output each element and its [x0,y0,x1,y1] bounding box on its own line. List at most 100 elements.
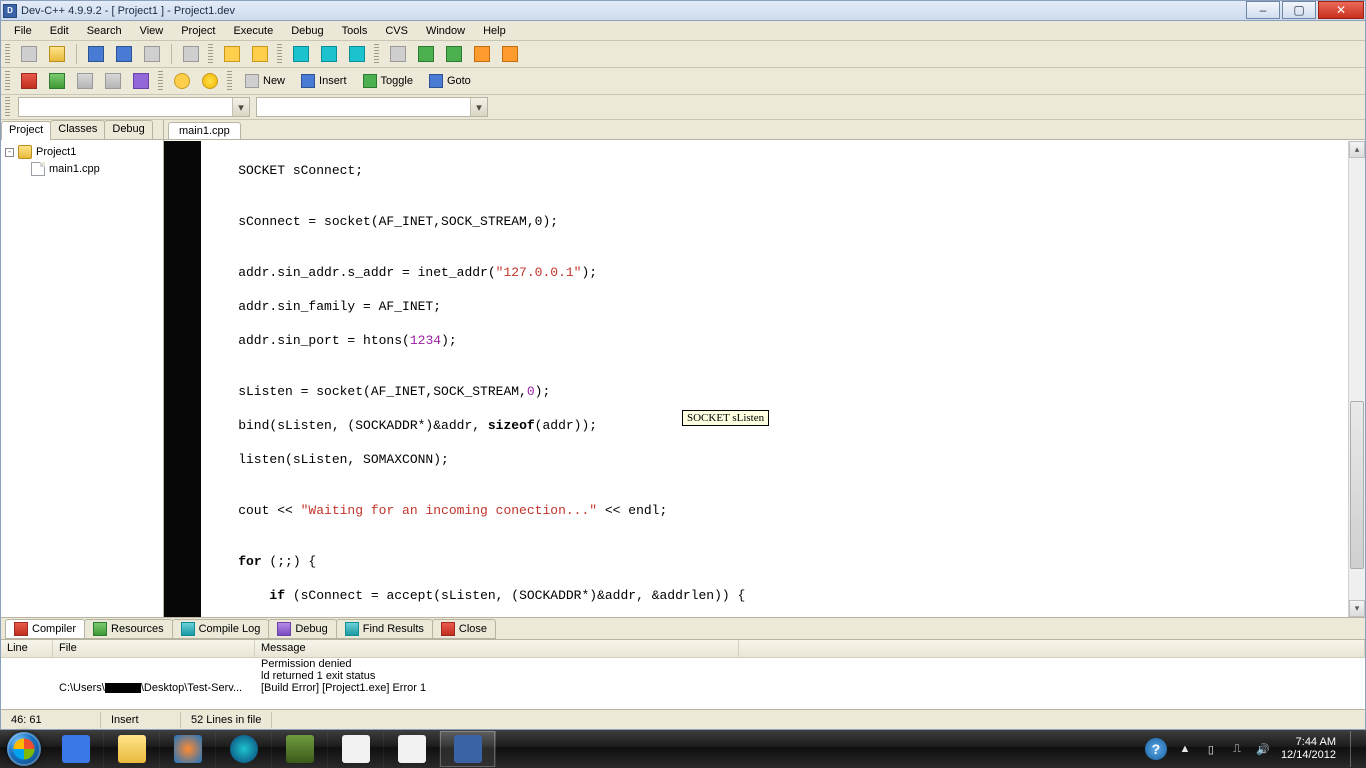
system-tray[interactable]: ? ▲ ▯ ⎍ 🔊 7:44 AM 12/14/2012 [1135,731,1366,767]
toggle-bookmark-button[interactable]: Toggle [358,70,418,92]
task-razer[interactable] [328,731,384,767]
compile-grid-button[interactable] [18,70,40,92]
compiler-messages[interactable]: Line File Message Permission denied ld r… [1,639,1365,709]
titlebar[interactable]: D Dev-C++ 4.9.9.2 - [ Project1 ] - Proje… [1,1,1365,21]
member-combo[interactable]: ▾ [256,97,488,117]
menu-execute[interactable]: Execute [224,23,282,39]
print-button[interactable] [180,43,202,65]
col-file[interactable]: File [53,640,255,657]
menu-debug[interactable]: Debug [282,23,332,39]
message-row[interactable]: C:\Users\\Desktop\Test-Serv... [Build Er… [1,682,1365,694]
compile-run-button[interactable] [443,43,465,65]
task-google[interactable] [48,731,104,767]
task-media-player[interactable] [160,731,216,767]
scroll-thumb[interactable] [1350,401,1364,569]
minimize-button[interactable]: – [1246,1,1280,19]
replace-button[interactable] [318,43,340,65]
about-button[interactable] [199,70,221,92]
taskbar[interactable]: ? ▲ ▯ ⎍ 🔊 7:44 AM 12/14/2012 [0,730,1366,768]
new-file-button[interactable] [18,43,40,65]
tray-overflow-icon[interactable]: ▲ [1177,741,1193,757]
debug-button[interactable] [499,43,521,65]
tree-collapse-icon[interactable]: - [5,148,14,157]
menu-edit[interactable]: Edit [41,23,78,39]
menu-project[interactable]: Project [172,23,224,39]
new-project-button[interactable]: New [240,70,290,92]
resources-icon [93,622,107,636]
find-next-button[interactable] [346,43,368,65]
start-button[interactable] [0,730,48,768]
task-devcpp[interactable] [440,731,496,767]
task-explorer[interactable] [104,731,160,767]
run-button[interactable] [415,43,437,65]
open-button[interactable] [46,43,68,65]
window-title: Dev-C++ 4.9.9.2 - [ Project1 ] - Project… [21,5,235,17]
status-lines: 52 Lines in file [181,712,272,728]
undo-button[interactable] [221,43,243,65]
check-button[interactable] [130,70,152,92]
save-all-button[interactable] [113,43,135,65]
col-message[interactable]: Message [255,640,739,657]
help-button[interactable] [171,70,193,92]
compile-button[interactable] [387,43,409,65]
layout-grid-button[interactable] [74,70,96,92]
code-line: sListen = socket(AF_INET,SOCK_STREAM,0); [201,383,1348,400]
col-spare[interactable] [739,640,1365,657]
menu-help[interactable]: Help [474,23,515,39]
message-row[interactable]: ld returned 1 exit status [1,670,1365,682]
tab-compiler[interactable]: Compiler [5,619,85,639]
menu-view[interactable]: View [131,23,173,39]
close-button[interactable]: ✕ [1318,1,1364,19]
scroll-down-icon[interactable]: ▾ [1349,600,1365,617]
vertical-scrollbar[interactable]: ▴ ▾ [1348,141,1365,617]
tab-close[interactable]: Close [432,619,496,639]
tree-node-file[interactable]: main1.cpp [31,161,159,178]
redo-button[interactable] [249,43,271,65]
scroll-up-icon[interactable]: ▴ [1349,141,1365,158]
tab-classes[interactable]: Classes [50,120,105,139]
menu-search[interactable]: Search [78,23,131,39]
scope-combo[interactable]: ▾ [18,97,250,117]
menu-tools[interactable]: Tools [333,23,377,39]
menu-window[interactable]: Window [417,23,474,39]
insert-button[interactable]: Insert [296,70,352,92]
menu-file[interactable]: File [5,23,41,39]
code-line: if (sConnect = accept(sListen, (SOCKADDR… [201,587,1348,604]
task-minecraft[interactable] [272,731,328,767]
tab-compile-log[interactable]: Compile Log [172,619,270,639]
tab-find-results[interactable]: Find Results [336,619,433,639]
tab-debug-output[interactable]: Debug [268,619,336,639]
tab-project[interactable]: Project [1,121,51,140]
tab-debug[interactable]: Debug [104,120,152,139]
code-line: addr.sin_addr.s_addr = inet_addr("127.0.… [201,264,1348,281]
tree-node-project[interactable]: - Project1 [5,144,159,161]
task-app-window[interactable] [384,731,440,767]
wifi-icon[interactable]: ⎍ [1229,741,1245,757]
statusbar: 46: 61 Insert 52 Lines in file [1,709,1365,729]
tab-resources[interactable]: Resources [84,619,173,639]
maximize-button[interactable]: ▢ [1282,1,1316,19]
document-tab[interactable]: main1.cpp [168,122,241,139]
help-icon[interactable]: ? [1145,738,1167,760]
resources-grid-button[interactable] [46,70,68,92]
volume-icon[interactable]: 🔊 [1255,741,1271,757]
close-file-button[interactable] [141,43,163,65]
code-line: addr.sin_family = AF_INET; [201,298,1348,315]
menu-cvs[interactable]: CVS [376,23,417,39]
col-line[interactable]: Line [1,640,53,657]
project-tree[interactable]: - Project1 main1.cpp [1,140,163,617]
redacted-username [105,683,141,693]
goto-button[interactable]: Goto [424,70,476,92]
show-desktop-button[interactable] [1350,731,1360,767]
battery-icon[interactable]: ▯ [1203,741,1219,757]
code-area[interactable]: SOCKET sConnect; sConnect = socket(AF_IN… [201,141,1348,617]
close-icon [441,622,455,636]
find-button[interactable] [290,43,312,65]
layout-alt-button[interactable] [102,70,124,92]
code-editor[interactable]: SOCKET sConnect; sConnect = socket(AF_IN… [164,141,1365,617]
task-app-blue[interactable] [216,731,272,767]
message-row[interactable]: Permission denied [1,658,1365,670]
clock[interactable]: 7:44 AM 12/14/2012 [1281,736,1336,761]
rebuild-button[interactable] [471,43,493,65]
save-button[interactable] [85,43,107,65]
